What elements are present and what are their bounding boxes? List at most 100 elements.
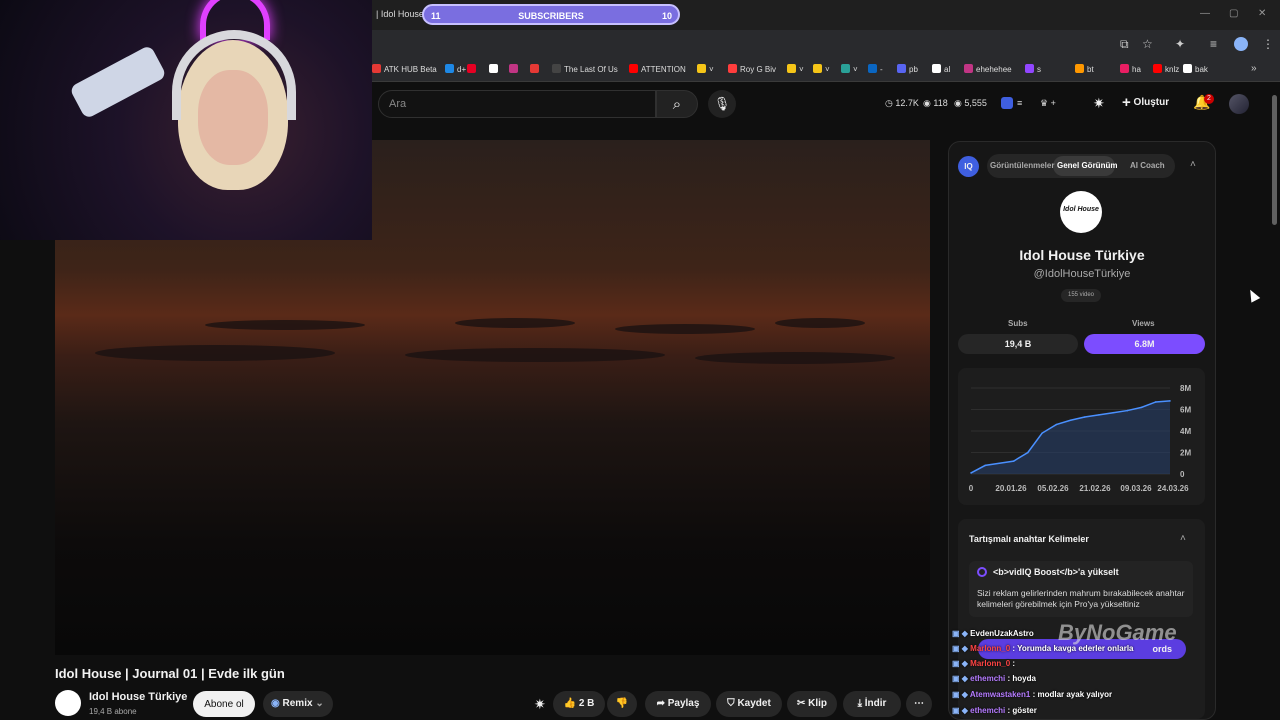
vidiq-badge-icon: ◉: [271, 698, 280, 709]
scrollbar-thumb[interactable]: [1272, 95, 1277, 225]
chat-message: ▣ ◆ Marlonn_0 : Yorumda kavga ederler on…: [952, 644, 1134, 653]
voice-search-button[interactable]: 🎙: [708, 90, 736, 118]
chat-message: ▣ ◆ EvdenUzakAstro: [952, 629, 1034, 638]
bookmark-item[interactable]: d+: [445, 64, 466, 74]
bookmark-item[interactable]: [467, 64, 479, 74]
menu-icon[interactable]: ⋮: [1262, 37, 1274, 51]
search-button[interactable]: ⌕: [656, 90, 698, 118]
chat-text: : göster: [1007, 706, 1037, 715]
chart-point: [1126, 409, 1129, 412]
tab-title[interactable]: | Idol House |: [376, 9, 429, 19]
chat-badge-icon: ▣ ◆: [952, 659, 971, 668]
bookmark-item[interactable]: knlz: [1153, 64, 1179, 74]
sparkle-action-icon[interactable]: ✷: [534, 696, 546, 713]
remix-button[interactable]: ◉ Remix ⌄: [263, 691, 333, 717]
bookmark-item[interactable]: ATK HUB Beta: [372, 64, 437, 74]
keywords-collapse-icon[interactable]: ˄: [1180, 533, 1186, 544]
bookmark-favicon-icon: [509, 64, 518, 73]
share-button[interactable]: ➦ Paylaş: [645, 691, 711, 717]
bookmark-item[interactable]: [489, 64, 501, 74]
bookmark-icon: ⛉: [727, 698, 735, 709]
extensions-icon[interactable]: ✦: [1175, 37, 1185, 51]
bookmark-item[interactable]: -: [868, 64, 883, 74]
bookmark-item[interactable]: The Last Of Us: [552, 64, 618, 74]
subscribe-button[interactable]: Abone ol: [193, 691, 255, 717]
subscriber-goal-target: 10: [661, 11, 672, 21]
clip-button[interactable]: ✂ Klip: [787, 691, 837, 717]
bookmark-favicon-icon: [489, 64, 498, 73]
bookmark-item[interactable]: [530, 64, 542, 74]
bookmark-item[interactable]: [509, 64, 521, 74]
channel-subscriber-count: 19,4 B abone: [89, 707, 137, 716]
bookmark-item[interactable]: bak: [1183, 64, 1208, 74]
chart-point: [1012, 460, 1015, 462]
create-label: Oluştur: [1133, 97, 1170, 108]
vidiq-icon[interactable]: [1001, 97, 1013, 109]
save-button[interactable]: ⛉ Kaydet: [716, 691, 782, 717]
bookmark-item[interactable]: ATTENTION: [629, 64, 686, 74]
bookmark-item[interactable]: s: [1025, 64, 1041, 74]
share-icon: ➦: [656, 698, 665, 709]
list-icon[interactable]: ≡: [1017, 98, 1022, 108]
chat-username: EvdenUzakAstro: [970, 629, 1034, 638]
like-button[interactable]: 👍 2 B: [553, 691, 605, 717]
bookmark-favicon-icon: [1025, 64, 1034, 73]
bookmark-label: al: [944, 65, 951, 74]
clip-label: Klip: [808, 698, 828, 709]
profile-icon[interactable]: [1234, 37, 1248, 51]
bookmark-label: bt: [1087, 65, 1094, 74]
chat-username: Atemwastaken1: [969, 690, 1031, 699]
notification-count: 2: [1204, 94, 1214, 104]
bookmark-item[interactable]: al: [932, 64, 950, 74]
install-app-icon[interactable]: ⧉: [1120, 37, 1129, 52]
tab-overview[interactable]: Genel Görünüm: [1057, 161, 1117, 170]
sparkle-icon[interactable]: ✷: [1093, 95, 1105, 112]
chat-username: ethemchi: [970, 674, 1006, 683]
vidiq-logo: IQ: [958, 156, 979, 177]
bookmark-item[interactable]: ˅: [813, 64, 830, 74]
bookmark-favicon-icon: [1153, 64, 1162, 73]
channel-avatar[interactable]: [55, 690, 81, 716]
dislike-button[interactable]: 👎: [607, 691, 637, 717]
bookmark-item[interactable]: Roy G Biv: [728, 64, 776, 74]
bookmarks-overflow-icon[interactable]: »: [1251, 63, 1257, 74]
minimize-button[interactable]: —: [1200, 8, 1210, 19]
create-button[interactable]: + Oluştur: [1122, 94, 1169, 114]
views-label: Views: [1132, 319, 1155, 328]
subs-toggle[interactable]: 19,4 B: [958, 334, 1078, 354]
close-window-button[interactable]: ✕: [1258, 8, 1266, 19]
bookmark-item[interactable]: ehehehee: [964, 64, 1012, 74]
subscriber-goal-label: SUBSCRIBERS: [518, 11, 584, 21]
channel-name[interactable]: Idol House Türkiye: [89, 691, 187, 703]
chart-y-tick: 4M: [1180, 427, 1191, 436]
bookmark-item[interactable]: pb: [897, 64, 918, 74]
download-button[interactable]: ⤓ İndir: [843, 691, 901, 717]
tab-ai-coach[interactable]: AI Coach: [1130, 161, 1165, 170]
collapse-icon[interactable]: ˄: [1190, 159, 1196, 170]
chat-text: : Yorumda kavga ederler onlarla: [1012, 644, 1134, 653]
bookmark-star-icon[interactable]: ☆: [1142, 37, 1153, 51]
microphone-icon: 🎙: [713, 96, 731, 111]
chart-point: [1169, 400, 1171, 402]
bookmark-item[interactable]: ha: [1120, 64, 1141, 74]
microphone: [68, 44, 168, 120]
bookmark-item[interactable]: ˅: [787, 64, 804, 74]
avatar[interactable]: [1229, 94, 1249, 114]
media-icon[interactable]: ≡: [1210, 37, 1217, 51]
bookmark-item[interactable]: bt: [1075, 64, 1094, 74]
bookmark-label: bak: [1195, 65, 1208, 74]
search-input[interactable]: Ara: [378, 90, 656, 118]
bookmark-item[interactable]: ˅: [841, 64, 858, 74]
mouse-cursor: [1245, 287, 1261, 303]
chart-point: [970, 472, 972, 474]
views-toggle[interactable]: 6.8M: [1084, 334, 1205, 354]
more-actions-button[interactable]: ⋯: [906, 691, 932, 717]
chat-badge-icon: ▣ ◆: [952, 644, 971, 653]
bookmark-label: The Last Of Us: [564, 65, 618, 74]
chat-badge-icon: ▣ ◆: [952, 629, 971, 638]
bookmark-item[interactable]: ˅: [697, 64, 714, 74]
tab-views[interactable]: Görüntülenmeler: [990, 161, 1054, 170]
trophy-icon[interactable]: ♛ +: [1040, 98, 1056, 109]
bookmark-label: ˅: [799, 65, 804, 74]
maximize-button[interactable]: ▢: [1229, 8, 1238, 19]
